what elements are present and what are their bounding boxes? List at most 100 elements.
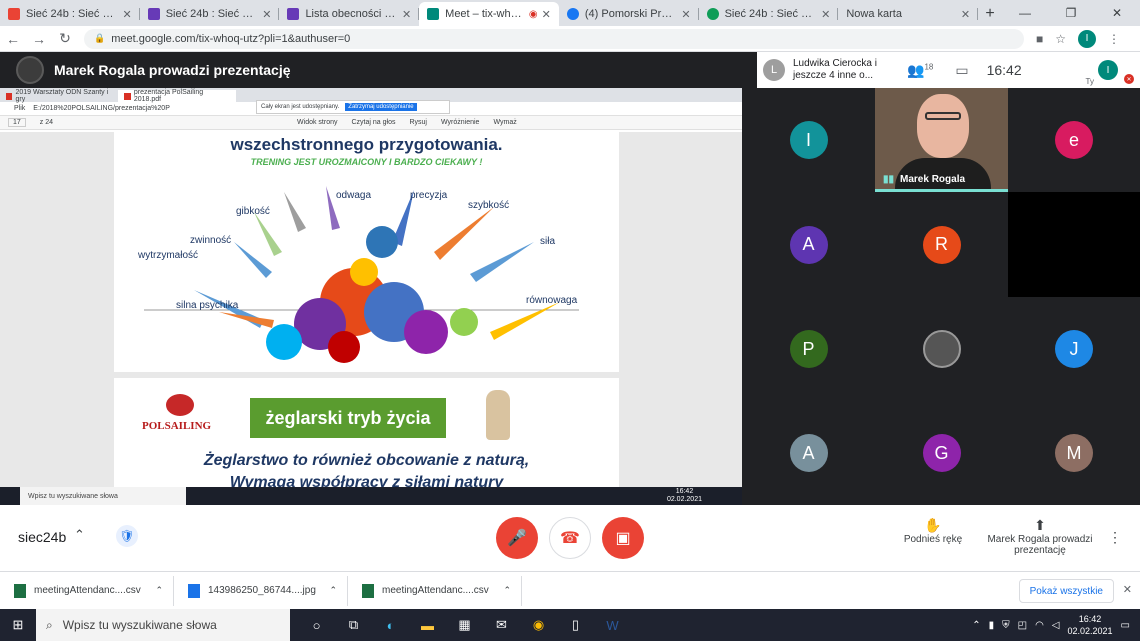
close-icon[interactable]: ✕: [681, 8, 690, 21]
task-view-icon[interactable]: ○: [298, 609, 335, 641]
wifi-icon[interactable]: ◠: [1035, 620, 1044, 631]
edge-icon[interactable]: ◐: [372, 609, 409, 641]
profile-avatar[interactable]: I: [1078, 29, 1097, 48]
shield-icon[interactable]: 🛡: [116, 525, 138, 547]
network-icon[interactable]: ◰: [1018, 620, 1027, 631]
tab-forms-2[interactable]: Lista obecności Sieć 24 ✕: [279, 2, 419, 26]
inner-date: 02.02.2021: [666, 496, 702, 503]
participant-tile[interactable]: J: [1008, 297, 1140, 401]
close-icon[interactable]: ✕: [123, 8, 132, 21]
tab-meet[interactable]: Meet – tix-whoq-u ◉ ✕: [419, 2, 559, 26]
shield-icon[interactable]: ⛨: [1002, 620, 1010, 631]
word-icon[interactable]: W: [594, 609, 631, 641]
volume-icon[interactable]: ◁: [1052, 620, 1060, 631]
participant-tile[interactable]: A: [742, 401, 875, 505]
participant-tile[interactable]: A: [742, 192, 875, 297]
participant-tile[interactable]: [1008, 192, 1140, 297]
participant-video[interactable]: ▮▮ Marek Rogala: [875, 88, 1008, 192]
participant-tile[interactable]: P: [742, 297, 875, 401]
minimize-icon[interactable]: —: [1002, 0, 1048, 26]
figure-blob: [266, 324, 302, 360]
word-odwaga: odwaga: [336, 190, 372, 201]
tab-facebook[interactable]: (4) Pomorski Program ✕: [559, 2, 699, 26]
presenting-button[interactable]: ⬆ Marek Rogala prowadzi prezentację: [986, 517, 1094, 556]
participant-tile[interactable]: G: [875, 401, 1008, 505]
tab-gmail[interactable]: Sieć 24b : Sieć szkolnych ✕: [0, 2, 140, 26]
file-icon[interactable]: ▯: [557, 609, 594, 641]
show-all-button[interactable]: Pokaż wszystkie: [1018, 579, 1114, 603]
screen: Sieć 24b : Sieć szkolnych ✕ Sieć 24b : S…: [0, 0, 1140, 641]
pdf-tool-highlight: Wyróżnienie: [440, 119, 480, 126]
forward-icon[interactable]: →: [26, 31, 52, 47]
close-window-icon[interactable]: ✕: [1094, 0, 1140, 26]
download-item[interactable]: meetingAttendanc....csv ⌃: [0, 575, 174, 606]
windows-taskbar: ⊞ ⌕ Wpisz tu wyszukiwane słowa ○ ⧉ ◐ ▬ ▦…: [0, 609, 1140, 641]
notification-icon[interactable]: ▭: [1121, 620, 1130, 631]
participant-summary[interactable]: Ludwika Cierocka i jeszcze 4 inne o...: [793, 58, 893, 82]
chevron-up-icon[interactable]: ⌃: [972, 620, 980, 631]
page-title: Marek Rogala prowadzi prezentację: [54, 62, 291, 78]
tab-new[interactable]: Nowa karta ✕: [838, 2, 978, 26]
chevron-up-icon[interactable]: ⌃: [329, 585, 337, 596]
chat-icon[interactable]: ▭: [955, 62, 968, 79]
forms-icon: [287, 8, 300, 20]
chrome-icon[interactable]: ◉: [520, 609, 557, 641]
downloads-bar: meetingAttendanc....csv ⌃ 143986250_8674…: [0, 571, 1140, 609]
reload-icon[interactable]: ↻: [52, 30, 78, 47]
leave-call-button[interactable]: ☎: [549, 517, 591, 559]
close-icon[interactable]: ✕: [961, 8, 970, 21]
usb-icon[interactable]: ▮: [989, 620, 995, 631]
people-button[interactable]: 👥18: [907, 62, 933, 79]
classroom-icon: [706, 8, 719, 20]
tab-forms-1[interactable]: Sieć 24b : Sieć szkolnych ✕: [140, 2, 280, 26]
folder-icon[interactable]: ▬: [409, 609, 446, 641]
meet-top-panel: L Ludwika Cierocka i jeszcze 4 inne o...…: [757, 52, 1140, 88]
restore-icon[interactable]: ❐: [1048, 0, 1094, 26]
participant-grid: I ▮▮ Marek Rogala e A R P J A G M: [742, 88, 1140, 505]
word-gibkosc: gibkość: [236, 206, 270, 217]
close-icon[interactable]: ✕: [262, 8, 271, 21]
figure-blob: [450, 308, 478, 336]
tab-label: Lista obecności Sieć 24: [305, 8, 398, 20]
chevron-up-icon[interactable]: ⌃: [155, 585, 163, 596]
close-icon[interactable]: ✕: [402, 8, 411, 21]
tab-classroom[interactable]: Sieć 24b : Sieć Szkolnych ✕: [699, 2, 839, 26]
mail-icon[interactable]: ✉: [483, 609, 520, 641]
taskview-icon[interactable]: ⧉: [335, 609, 372, 641]
store-icon[interactable]: ▦: [446, 609, 483, 641]
taskbar-search[interactable]: ⌕ Wpisz tu wyszukiwane słowa: [36, 609, 290, 641]
raise-hand-button[interactable]: ✋ Podnieś rękę: [900, 517, 966, 545]
more-options-icon[interactable]: ⋮: [1108, 529, 1122, 546]
new-tab-button[interactable]: +: [978, 2, 1002, 26]
chevron-up-icon[interactable]: ⌃: [503, 585, 511, 596]
meet-controls: siec24b ⌃ 🛡 🎤 ☎ ▣ ✋ Podnieś rękę ⬆ Marek…: [0, 505, 1140, 571]
mic-button[interactable]: 🎤: [496, 517, 538, 559]
pdf-page-total: z 24: [39, 119, 54, 126]
participant-tile[interactable]: e: [1008, 88, 1140, 192]
windows-start-icon[interactable]: ⊞: [0, 617, 36, 633]
avatar: L: [763, 59, 785, 81]
participant-tile[interactable]: R: [875, 192, 1008, 297]
participant-tile[interactable]: [875, 297, 1008, 401]
sharing-text: Cały ekran jest udostępniany.: [261, 104, 340, 110]
camera-button[interactable]: ▣: [602, 517, 644, 559]
present-icon: ⬆: [1034, 517, 1046, 533]
close-icon[interactable]: ✕: [821, 8, 830, 21]
menu-icon[interactable]: ⋮: [1108, 32, 1120, 46]
back-icon[interactable]: ←: [0, 31, 26, 47]
pdf-icon: [6, 92, 13, 100]
download-item[interactable]: 143986250_86744....jpg ⌃: [174, 575, 348, 606]
participant-tile[interactable]: I: [742, 88, 875, 192]
close-icon[interactable]: ✕: [542, 8, 551, 21]
chevron-up-icon[interactable]: ⌃: [74, 527, 85, 543]
meeting-code[interactable]: siec24b: [18, 529, 66, 545]
url-input[interactable]: 🔒 meet.google.com/tix-whoq-utz?pli=1&aut…: [84, 28, 1024, 49]
close-icon[interactable]: ✕: [1123, 583, 1132, 596]
download-item[interactable]: meetingAttendanc....csv ⌃: [348, 575, 522, 606]
star-icon[interactable]: ☆: [1055, 32, 1066, 46]
pdf-toolbar: 17 z 24 Widok strony Czytaj na głos Rysu…: [0, 116, 742, 130]
participant-tile[interactable]: M: [1008, 401, 1140, 505]
camera-icon[interactable]: ■: [1036, 32, 1043, 46]
taskbar-clock[interactable]: 16:42 02.02.2021: [1068, 613, 1113, 637]
arrow: [470, 242, 534, 282]
